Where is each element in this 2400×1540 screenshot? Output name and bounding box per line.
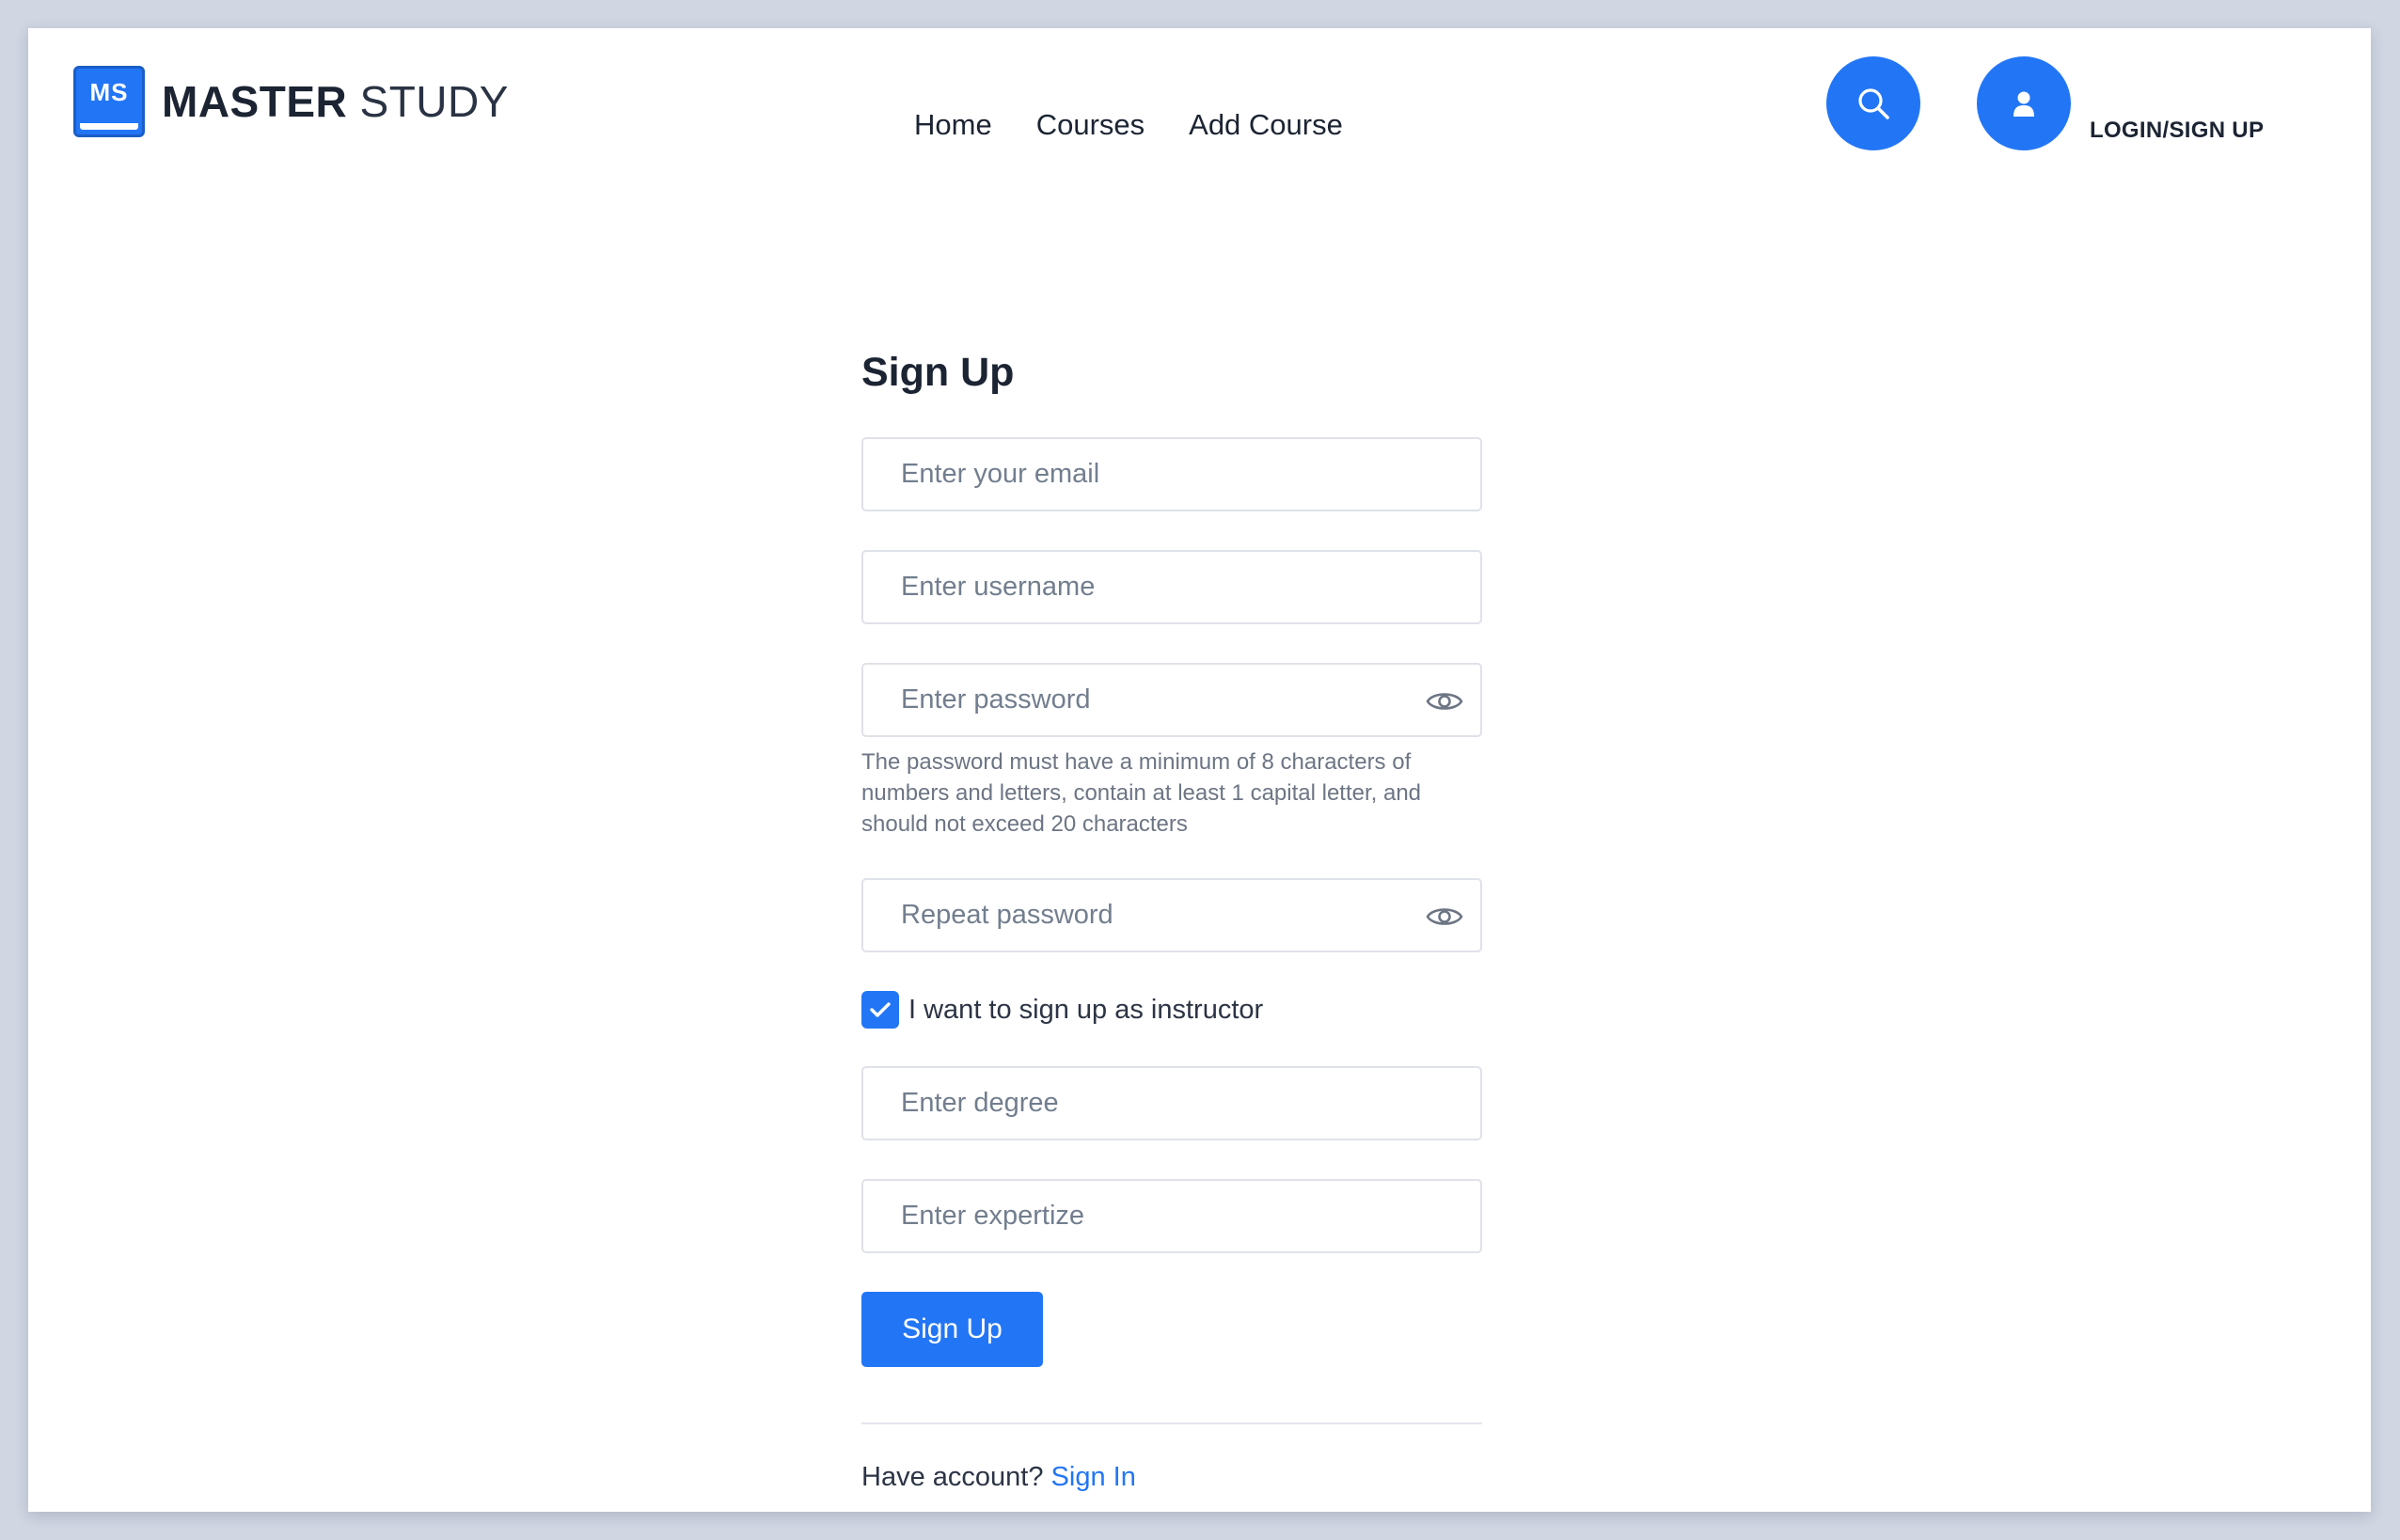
- instructor-checkbox[interactable]: [861, 991, 899, 1029]
- logo-text-light: STUDY: [359, 77, 509, 126]
- logo-book-edge: [80, 123, 138, 130]
- instructor-checkbox-row[interactable]: I want to sign up as instructor: [861, 991, 1263, 1029]
- degree-input[interactable]: [863, 1068, 1480, 1139]
- page-title: Sign Up: [861, 350, 1015, 395]
- have-account-text: Have account?: [861, 1462, 1044, 1492]
- nav-courses-link[interactable]: Courses: [1036, 108, 1145, 142]
- checkmark-icon: [870, 1002, 891, 1017]
- email-input[interactable]: [863, 439, 1480, 510]
- show-repeat-password-toggle[interactable]: [1426, 901, 1463, 933]
- main-nav: Home Courses Add Course: [914, 108, 1343, 142]
- password-field: [861, 663, 1482, 737]
- logo[interactable]: MS MASTER STUDY: [73, 66, 509, 137]
- repeat-password-field: [861, 878, 1482, 952]
- signin-prompt: Have account? Sign In: [861, 1462, 1136, 1493]
- logo-badge-icon: MS: [73, 66, 145, 137]
- eye-icon: [1426, 908, 1463, 925]
- logo-text: MASTER STUDY: [162, 80, 509, 123]
- expertize-input[interactable]: [863, 1181, 1480, 1251]
- repeat-password-input[interactable]: [863, 880, 1480, 951]
- password-hint: The password must have a minimum of 8 ch…: [861, 749, 1422, 837]
- nav-home-link[interactable]: Home: [914, 108, 992, 142]
- degree-field: [861, 1066, 1482, 1140]
- nav-add-course-link[interactable]: Add Course: [1189, 108, 1343, 142]
- username-input[interactable]: [863, 552, 1480, 622]
- user-icon: [2013, 91, 2034, 117]
- signin-link[interactable]: Sign In: [1051, 1462, 1136, 1492]
- email-field: [861, 437, 1482, 511]
- search-icon: [1858, 88, 1889, 119]
- logo-text-bold: MASTER: [162, 77, 348, 126]
- signup-submit-button[interactable]: Sign Up: [861, 1292, 1043, 1367]
- divider: [861, 1422, 1482, 1424]
- logo-badge-text: MS: [89, 78, 129, 106]
- login-signup-link[interactable]: LOGIN/SIGN UP: [2090, 118, 2264, 144]
- expertize-field: [861, 1179, 1482, 1253]
- show-password-toggle[interactable]: [1426, 685, 1463, 717]
- search-button[interactable]: [1826, 56, 1920, 150]
- username-field: [861, 550, 1482, 624]
- user-button[interactable]: [1977, 56, 2071, 150]
- eye-icon: [1426, 693, 1463, 710]
- page: MS MASTER STUDY Home Courses Add Course …: [28, 28, 2371, 1512]
- instructor-checkbox-label: I want to sign up as instructor: [908, 994, 1264, 1025]
- password-input[interactable]: [863, 665, 1480, 735]
